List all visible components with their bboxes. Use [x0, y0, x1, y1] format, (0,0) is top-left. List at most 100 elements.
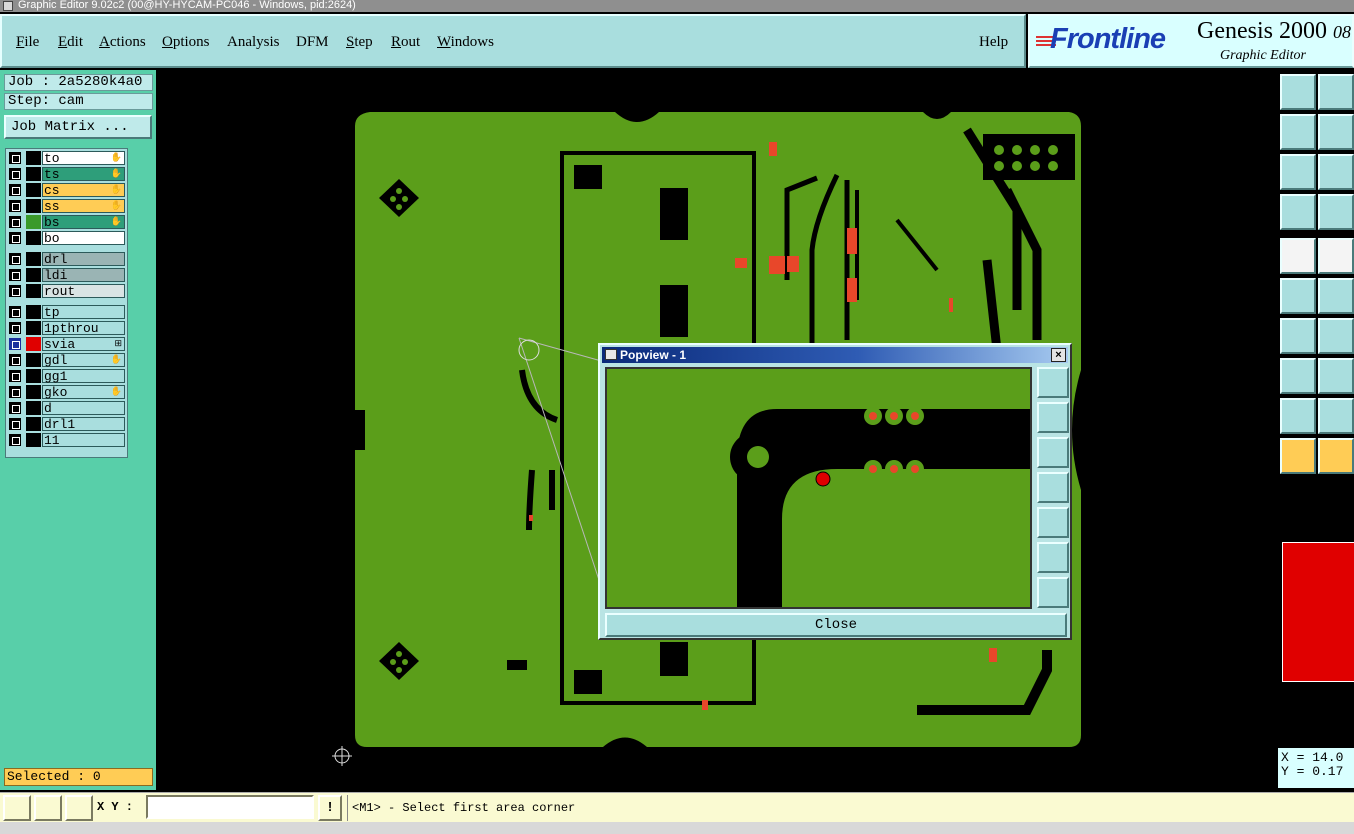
layer-color-swatch[interactable] — [26, 268, 41, 282]
layer-name[interactable]: gg1 — [42, 369, 125, 383]
zoom-center-tool-icon[interactable] — [1318, 154, 1354, 190]
layer-color-swatch[interactable] — [26, 385, 41, 399]
layer-name[interactable]: gko ✋ — [42, 385, 125, 399]
layer-name[interactable]: ss ✋ — [42, 199, 125, 213]
layer-color-swatch[interactable] — [26, 215, 41, 229]
layer-row[interactable]: 1pthrou — [7, 321, 127, 335]
polygon-tool-icon[interactable] — [1318, 398, 1354, 434]
layer-row[interactable]: bs ✋ — [7, 215, 127, 229]
layer-checkbox[interactable] — [9, 216, 21, 228]
layer-name[interactable]: 1pthrou — [42, 321, 125, 335]
layer-row[interactable]: drl1 — [7, 417, 127, 431]
popview-zoom-fit-icon[interactable] — [1037, 542, 1069, 573]
layer-checkbox[interactable] — [9, 386, 21, 398]
layer-name[interactable]: drl1 — [42, 417, 125, 431]
layer-color-swatch[interactable] — [26, 151, 41, 165]
layer-checkbox[interactable] — [9, 269, 21, 281]
layer-row[interactable]: tp — [7, 305, 127, 319]
slope-tool-icon[interactable] — [1318, 318, 1354, 354]
layer-row[interactable]: gko ✋ — [7, 385, 127, 399]
layer-checkbox[interactable] — [9, 434, 21, 446]
layer-color-swatch[interactable] — [26, 401, 41, 415]
layer-checkbox[interactable] — [9, 285, 21, 297]
layer-row[interactable]: to ✋ — [7, 151, 127, 165]
popview-pan-right-icon[interactable] — [1037, 507, 1069, 538]
layer-color-swatch[interactable] — [26, 321, 41, 335]
layer-color-swatch[interactable] — [26, 433, 41, 447]
add-feature-tool-icon[interactable] — [1280, 238, 1316, 274]
layer-row[interactable]: svia ⊞ — [7, 337, 127, 351]
layer-name[interactable]: cs ✋ — [42, 183, 125, 197]
menu-help[interactable]: Help — [979, 34, 1008, 51]
layer-color-swatch[interactable] — [26, 183, 41, 197]
layer-row[interactable]: ts ✋ — [7, 167, 127, 181]
layer-name[interactable]: d — [42, 401, 125, 415]
layer-row[interactable]: ldi — [7, 268, 127, 282]
window-menu-icon[interactable] — [3, 1, 13, 11]
measure-tool-icon[interactable] — [1280, 194, 1316, 230]
snap-grid-icon[interactable] — [65, 795, 93, 821]
layer-checkbox[interactable] — [9, 418, 21, 430]
layer-color-swatch[interactable] — [26, 353, 41, 367]
layer-name[interactable]: gdl ✋ — [42, 353, 125, 367]
layer-row[interactable]: bo — [7, 231, 127, 245]
layer-color-swatch[interactable] — [26, 231, 41, 245]
layer-name[interactable]: bo — [42, 231, 125, 245]
layer-color-swatch[interactable] — [26, 284, 41, 298]
menu-file[interactable]: File — [16, 34, 39, 51]
connect-nodes-tool-icon[interactable] — [1280, 278, 1316, 314]
menu-rout[interactable]: Rout — [391, 34, 420, 51]
popview-pan-up-icon[interactable] — [1037, 402, 1069, 433]
layer-checkbox[interactable] — [9, 232, 21, 244]
menu-step[interactable]: Step — [346, 34, 373, 51]
select-area-arrow-icon[interactable] — [1318, 438, 1354, 474]
popview-canvas[interactable] — [605, 367, 1032, 609]
layer-row[interactable]: gg1 — [7, 369, 127, 383]
select-arrow-icon[interactable] — [1280, 438, 1316, 474]
layer-name[interactable]: to ✋ — [42, 151, 125, 165]
layer-checkbox[interactable] — [9, 152, 21, 164]
alert-icon[interactable]: ! — [318, 795, 342, 821]
popview-close-button[interactable]: Close — [605, 613, 1067, 637]
layer-color-swatch[interactable] — [26, 417, 41, 431]
xy-input[interactable] — [146, 795, 314, 819]
layer-checkbox[interactable] — [9, 322, 21, 334]
layer-row[interactable]: cs ✋ — [7, 183, 127, 197]
layer-checkbox[interactable] — [9, 306, 21, 318]
layer-row[interactable]: drl — [7, 252, 127, 266]
cross-tool-icon[interactable] — [1318, 278, 1354, 314]
menu-windows[interactable]: Windows — [437, 34, 494, 51]
menu-dfm[interactable]: DFM — [296, 34, 329, 51]
move-left-tool-icon[interactable] — [1280, 114, 1316, 150]
menu-actions[interactable]: Actions — [99, 34, 146, 51]
layer-row[interactable]: ss ✋ — [7, 199, 127, 213]
menu-options[interactable]: Options — [162, 34, 210, 51]
layer-row[interactable]: 11 — [7, 433, 127, 447]
layer-name[interactable]: svia ⊞ — [42, 337, 125, 351]
layer-color-swatch[interactable] — [26, 369, 41, 383]
popview-zoom-in-icon[interactable] — [1037, 367, 1069, 398]
layer-row[interactable]: rout — [7, 284, 127, 298]
popview-pan-down-icon[interactable] — [1037, 437, 1069, 468]
pad-tool-icon[interactable] — [1280, 358, 1316, 394]
move-right-tool-icon[interactable] — [1318, 114, 1354, 150]
layer-name[interactable]: 11 — [42, 433, 125, 447]
layer-row[interactable]: d — [7, 401, 127, 415]
popview-titlebar[interactable]: Popview - 1 × — [602, 347, 1068, 363]
move-down-tool-icon[interactable] — [1318, 74, 1354, 110]
layer-checkbox[interactable] — [9, 402, 21, 414]
snap-diagonal-icon[interactable] — [3, 795, 31, 821]
triangle-tool-icon[interactable] — [1280, 398, 1316, 434]
layer-checkbox[interactable] — [9, 168, 21, 180]
probe-tool-icon[interactable] — [1318, 194, 1354, 230]
popview-close-icon[interactable]: × — [1051, 348, 1066, 362]
layer-color-swatch[interactable] — [26, 199, 41, 213]
layer-name[interactable]: tp — [42, 305, 125, 319]
popview-pan-left-icon[interactable] — [1037, 472, 1069, 503]
layer-checkbox[interactable] — [9, 370, 21, 382]
layer-name[interactable]: rout — [42, 284, 125, 298]
snap-angle-icon[interactable] — [34, 795, 62, 821]
layer-color-swatch[interactable] — [26, 252, 41, 266]
layer-checkbox[interactable] — [9, 184, 21, 196]
popview-zoom-center-icon[interactable] — [1037, 577, 1069, 608]
